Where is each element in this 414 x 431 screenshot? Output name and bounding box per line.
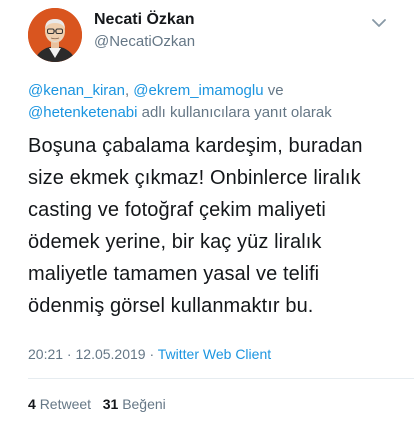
retweet-stat[interactable]: 4 Retweet bbox=[28, 396, 91, 412]
tweet-text-line: casting ve fotoğraf çekim maliyeti bbox=[28, 199, 326, 221]
reply-context: @kenan_kiran, @ekrem_imamoglu ve @hetenk… bbox=[28, 80, 398, 124]
author-name[interactable]: Necati Özkan bbox=[94, 11, 194, 29]
retweet-label: Retweet bbox=[39, 396, 92, 412]
tweet-meta: 20:21 · 12.05.2019 · Twitter Web Client bbox=[28, 346, 271, 362]
like-stat[interactable]: 31 Beğeni bbox=[103, 396, 166, 412]
reply-suffix: adlı kullanıcılara yanıt olarak bbox=[137, 104, 332, 121]
divider bbox=[28, 378, 414, 379]
author-handle[interactable]: @NecatiOzkan bbox=[94, 33, 195, 50]
meta-separator: · bbox=[145, 346, 158, 362]
tweet-time[interactable]: 20:21 bbox=[28, 346, 63, 362]
tweet-stats: 4 Retweet 31 Beğeni bbox=[28, 396, 166, 412]
tweet-text-line: ödemek yerine, bir kaç yüz liralık bbox=[28, 231, 322, 253]
tweet-text: Boşuna çabalama kardeşim, buradan size e… bbox=[28, 130, 403, 322]
mention-link[interactable]: @kenan_kiran bbox=[28, 82, 125, 99]
profile-photo-icon bbox=[28, 8, 82, 62]
tweet-text-line: Boşuna çabalama kardeşim, buradan bbox=[28, 135, 363, 157]
retweet-count: 4 bbox=[28, 396, 36, 412]
tweet-text-line: maliyetle tamamen yasal ve telifi bbox=[28, 263, 320, 285]
avatar[interactable] bbox=[28, 8, 82, 62]
tweet-date[interactable]: 12.05.2019 bbox=[76, 346, 146, 362]
like-label: Beğeni bbox=[122, 396, 166, 412]
tweet-text-line: ödenmiş görsel kullanmaktır bu. bbox=[28, 295, 314, 317]
meta-separator: · bbox=[63, 346, 76, 362]
mention-link[interactable]: @ekrem_imamoglu bbox=[133, 82, 263, 99]
reply-separator: ve bbox=[263, 82, 284, 99]
client-link[interactable]: Twitter Web Client bbox=[158, 346, 271, 362]
tweet-text-line: size ekmek çıkmaz! Onbinlerce liralık bbox=[28, 167, 361, 189]
like-count: 31 bbox=[102, 396, 119, 412]
chevron-down-icon[interactable] bbox=[368, 12, 390, 34]
tweet-card: Necati Özkan @NecatiOzkan @kenan_kiran, … bbox=[0, 0, 414, 431]
mention-link[interactable]: @hetenketenabi bbox=[28, 104, 137, 121]
